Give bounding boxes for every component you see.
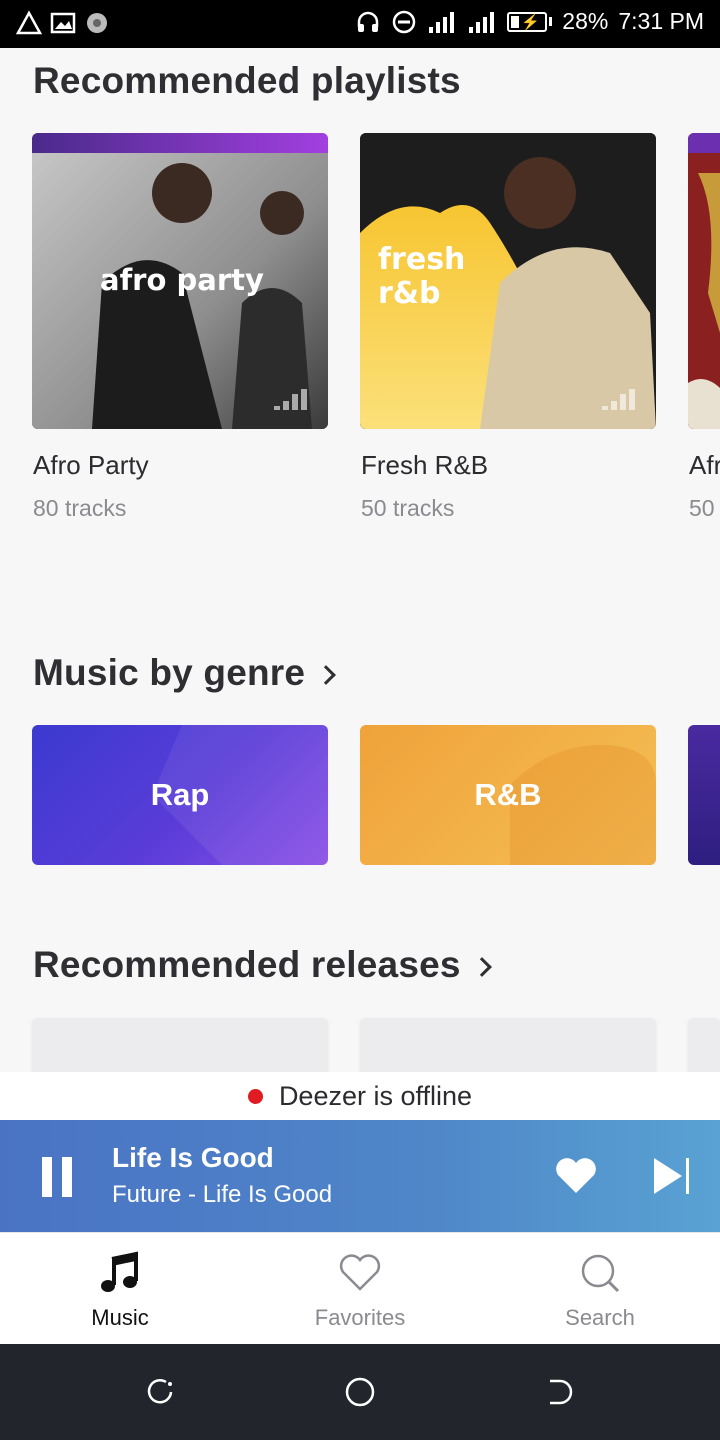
genre-card-rap[interactable]: Rap: [32, 725, 328, 865]
recent-apps-icon[interactable]: [144, 1376, 176, 1408]
release-card[interactable]: [32, 1018, 328, 1078]
music-by-genre-label: Music by genre: [33, 652, 306, 693]
do-not-disturb-icon: [393, 10, 416, 33]
heart-outline-icon: [339, 1254, 381, 1291]
system-nav-bar: [0, 1344, 720, 1440]
playlist-card-partial[interactable]: [688, 133, 720, 429]
skip-next-icon[interactable]: [652, 1156, 692, 1196]
playlist-track-count: 80 tracks: [33, 495, 127, 521]
recommended-playlists-title: Recommended playlists: [33, 60, 461, 101]
tab-search[interactable]: Search: [480, 1233, 720, 1345]
tab-favorites[interactable]: Favorites: [240, 1233, 480, 1345]
track-artist: Future - Life Is Good: [112, 1181, 333, 1208]
partial-cover: [688, 133, 720, 429]
chevron-right-icon: [316, 665, 337, 685]
release-card[interactable]: [360, 1018, 656, 1078]
genre-label: Rap: [150, 777, 210, 812]
music-by-genre-title[interactable]: Music by genre: [33, 652, 337, 694]
signal-icon: [429, 11, 455, 33]
battery-level: 28%: [562, 8, 609, 34]
deezer-logo-icon: [602, 389, 635, 410]
back-icon[interactable]: [544, 1376, 576, 1408]
home-icon[interactable]: [344, 1376, 376, 1408]
playlist-card-fresh-rnb[interactable]: fresh r&b: [360, 133, 656, 429]
playlist-track-count: 50: [689, 495, 715, 521]
pause-bar: [62, 1157, 72, 1197]
mini-player[interactable]: Life Is Good Future - Life Is Good: [0, 1120, 720, 1232]
loading-icon: [87, 13, 107, 33]
offline-text: Deezer is offline: [278, 1080, 473, 1111]
playlist-card-afro-party[interactable]: afro party: [32, 133, 328, 429]
playlist-title[interactable]: Afro Party: [33, 450, 149, 481]
playlist-title[interactable]: Fresh R&B: [361, 450, 488, 481]
release-card[interactable]: [688, 1018, 720, 1078]
favorite-heart-icon[interactable]: [554, 1155, 598, 1195]
track-title: Life Is Good: [112, 1142, 274, 1173]
playlist-title[interactable]: Afr: [689, 450, 720, 481]
genre-label: R&B: [474, 777, 542, 812]
pause-bar: [42, 1157, 52, 1197]
clock: 7:31 PM: [618, 8, 704, 34]
bottom-tab-bar: Music Favorites Search: [0, 1232, 720, 1344]
recommended-releases-label: Recommended releases: [33, 944, 461, 985]
headphones-icon: [358, 11, 379, 32]
genre-card-partial[interactable]: [688, 725, 720, 865]
tab-label: Music: [91, 1305, 149, 1330]
music-note-icon: [101, 1251, 138, 1292]
recommended-releases-title[interactable]: Recommended releases: [33, 944, 492, 986]
search-icon: [581, 1254, 620, 1293]
status-bar: ⚡ 28% 7:31 PM: [0, 0, 720, 48]
gallery-icon: [50, 12, 76, 34]
offline-dot-icon: [247, 1088, 263, 1104]
afro-party-cover-text: afro party: [100, 263, 264, 297]
deezer-logo-icon: [274, 389, 307, 410]
battery-icon: ⚡: [507, 11, 553, 32]
tab-music[interactable]: Music: [0, 1233, 240, 1345]
playlist-track-count: 50 tracks: [361, 495, 455, 521]
tab-label: Search: [565, 1305, 635, 1330]
chevron-right-icon: [471, 957, 492, 977]
genre-card-rnb[interactable]: R&B: [360, 725, 656, 865]
pause-button[interactable]: [42, 1157, 72, 1197]
tab-label: Favorites: [314, 1305, 406, 1330]
signal-2-icon: [469, 11, 495, 33]
warning-icon: [16, 10, 42, 35]
fresh-rnb-cover-text: fresh r&b: [378, 242, 466, 311]
offline-banner: Deezer is offline: [0, 1072, 720, 1120]
